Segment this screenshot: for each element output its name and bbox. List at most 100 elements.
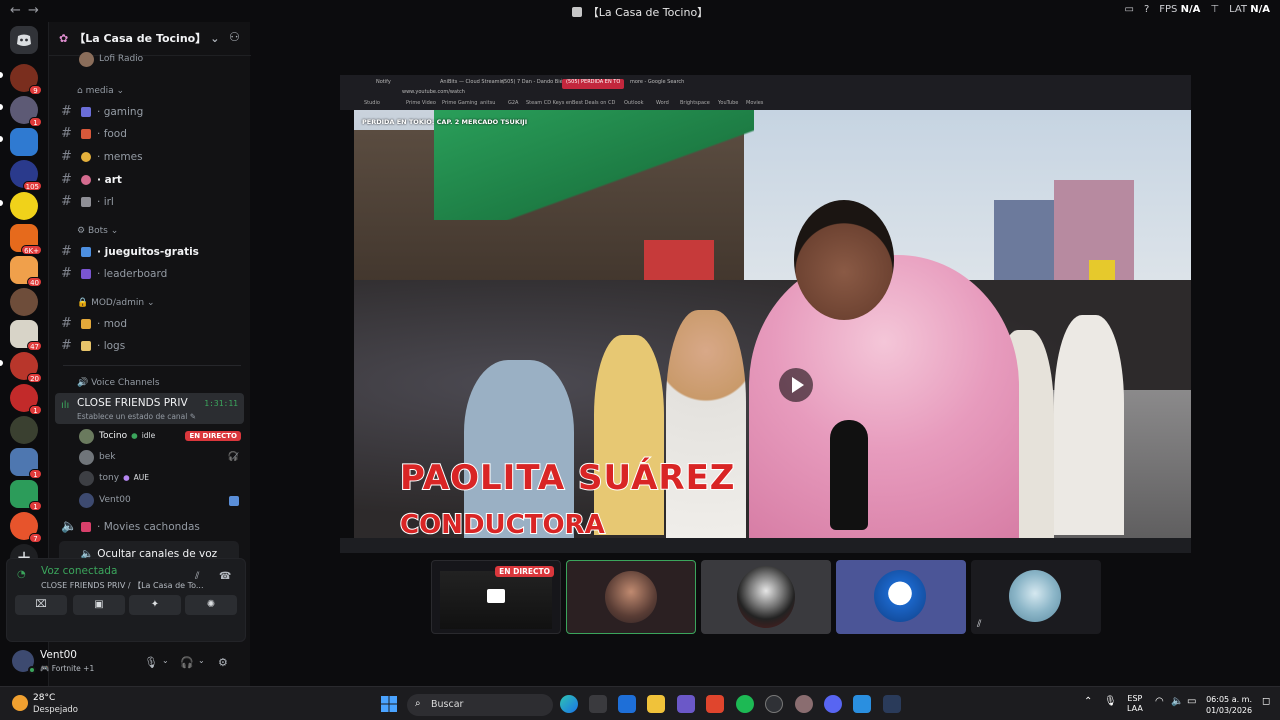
user-panel: Vent00 🎮 Fortnite +1 🎙 ⌄ 🎧 ⌄ ⚙	[6, 646, 246, 680]
channel-art[interactable]: # · art	[59, 170, 245, 190]
server-icon-14[interactable]: 1	[10, 480, 42, 511]
screen-share-button[interactable]: ▣	[73, 595, 125, 615]
bookmark: Word	[656, 100, 669, 106]
category-media[interactable]: ⌂ media ⌄	[77, 86, 124, 96]
notifications-icon[interactable]: ◻	[1262, 696, 1270, 707]
weather-temp[interactable]: 28°C	[33, 693, 55, 703]
volume-icon[interactable]: 🔈	[1171, 696, 1183, 707]
taskbar-search[interactable]: ⌕ Buscar	[407, 694, 553, 716]
language-indicator[interactable]: ESP LAA	[1127, 694, 1143, 714]
video-microphone	[830, 420, 868, 530]
server-icon-1[interactable]: 9	[10, 64, 42, 95]
channel-mod[interactable]: # · mod	[59, 314, 245, 334]
outlook-icon[interactable]	[618, 695, 636, 713]
app-icon[interactable]	[795, 695, 813, 713]
wifi-icon[interactable]: ◠	[1155, 696, 1164, 707]
live-badge: EN DIRECTO	[495, 566, 554, 577]
github-icon[interactable]	[765, 695, 783, 713]
chevron-up-icon[interactable]: ⌃	[1084, 696, 1092, 707]
server-icon-9[interactable]: 47	[10, 320, 42, 351]
teams-icon[interactable]	[677, 695, 695, 713]
soundboard-button[interactable]: ✺	[185, 595, 237, 615]
server-icon-2[interactable]: 1	[10, 96, 42, 127]
battery-icon[interactable]: ▭	[1187, 696, 1196, 707]
microphone-icon[interactable]: 🎙	[144, 656, 158, 669]
hash-icon: #	[61, 126, 72, 141]
channel-status-placeholder[interactable]: Establece un estado de canal ✎	[77, 412, 196, 421]
inbox-icon[interactable]: ▭	[1124, 4, 1133, 15]
tile-screen-share[interactable]: EN DIRECTO	[431, 560, 561, 634]
microphone-icon[interactable]: 🎙	[1104, 696, 1117, 707]
browser-tab-active: (505) PERDIDA EN TO	[562, 79, 625, 89]
settings-gear-icon[interactable]: ⚙	[218, 656, 228, 669]
store-icon[interactable]	[589, 695, 607, 713]
channel-jueguitos-gratis[interactable]: # · jueguitos-gratis	[59, 242, 245, 262]
server-icon-11[interactable]: 1	[10, 384, 42, 415]
server-icon-5[interactable]	[10, 192, 38, 220]
voice-channel-close-friends[interactable]: ılı CLOSE FRIENDS PRIV Establece un esta…	[55, 393, 244, 424]
noise-suppression-icon[interactable]: ⫽	[195, 571, 199, 582]
channel-irl[interactable]: # · irl	[59, 192, 245, 212]
voice-member-tony[interactable]: tony ● AUE	[79, 469, 245, 489]
server-icon-8[interactable]	[10, 288, 38, 316]
camera-off-button[interactable]: ⌧	[15, 595, 67, 615]
windows-start-icon[interactable]	[381, 696, 397, 712]
play-icon[interactable]	[779, 368, 813, 402]
weather-icon[interactable]	[12, 695, 28, 711]
headphones-icon[interactable]: 🎧	[180, 656, 194, 669]
server-name[interactable]: ✿ 【La Casa de Tocino】 ⌄	[59, 30, 219, 46]
voice-member-tocino[interactable]: Tocino ● idle EN DIRECTO	[79, 427, 245, 447]
hash-icon: #	[61, 149, 72, 164]
discord-taskbar-icon[interactable]	[824, 695, 842, 713]
bookmark: Studio	[364, 100, 380, 106]
server-icon-15[interactable]: 7	[10, 512, 42, 543]
activities-button[interactable]: ✦	[129, 595, 181, 615]
spotify-icon[interactable]	[736, 695, 754, 713]
server-icon-10[interactable]: 20	[10, 352, 42, 383]
folder-icon[interactable]	[647, 695, 665, 713]
disconnect-icon[interactable]: ☎	[219, 571, 231, 582]
channel-gaming[interactable]: # · gaming	[59, 102, 245, 122]
stream-view[interactable]: Notify AniBits — Cloud Streamin (505) 7 …	[340, 75, 1191, 553]
browser-tab: more - Google Search	[630, 79, 685, 85]
hash-icon: #	[61, 194, 72, 209]
voice-member-vent00[interactable]: Vent00	[79, 491, 245, 511]
channel-memes[interactable]: # · memes	[59, 147, 245, 167]
tile-tocino-camera[interactable]	[566, 560, 696, 634]
avatar	[79, 52, 94, 67]
server-icon-7[interactable]: 40	[10, 256, 42, 287]
lofi-radio-item[interactable]: Lofi Radio	[79, 50, 245, 70]
channel-leaderboard[interactable]: # · leaderboard	[59, 264, 245, 284]
server-icon-punto[interactable]: 105	[10, 160, 42, 191]
voice-channel-movies[interactable]: 🔈 · Movies cachondas	[59, 517, 245, 537]
signal-icon[interactable]: ◔	[17, 569, 31, 583]
speaker-icon: 🔈	[61, 519, 78, 534]
help-icon[interactable]: ?	[1144, 4, 1149, 15]
tile-blue-avatar[interactable]	[836, 560, 966, 634]
streamed-taskbar	[340, 538, 1191, 553]
server-icon-6[interactable]: 6K+	[10, 224, 42, 255]
edge-icon[interactable]	[560, 695, 578, 713]
server-icon-3[interactable]	[10, 128, 38, 156]
category-voice-channels[interactable]: 🔊 Voice Channels	[77, 378, 160, 388]
tile-hooded-avatar[interactable]	[701, 560, 831, 634]
activity-icon	[229, 496, 239, 506]
chevron-down-icon[interactable]: ⌄	[162, 656, 169, 665]
category-bots[interactable]: ⚙ Bots ⌄	[77, 226, 118, 236]
channel-logs[interactable]: # · logs	[59, 336, 245, 356]
audio-app-icon[interactable]	[883, 695, 901, 713]
tile-bird-avatar[interactable]: ⫽	[971, 560, 1101, 634]
app-icon[interactable]	[853, 695, 871, 713]
category-mod-admin[interactable]: 🔒 MOD/admin ⌄	[77, 298, 155, 308]
weather-desc[interactable]: Despejado	[33, 705, 78, 715]
server-icon-12[interactable]	[10, 416, 38, 444]
invite-people-icon[interactable]: ⚇	[229, 30, 240, 44]
monitor-icon	[487, 589, 505, 603]
discord-home-icon[interactable]	[10, 26, 38, 54]
server-icon-13[interactable]: 1	[10, 448, 42, 479]
chevron-down-icon[interactable]: ⌄	[198, 656, 205, 665]
clock[interactable]: 06:05 a. m. 01/03/2026	[1206, 694, 1252, 716]
channel-food[interactable]: # · food	[59, 124, 245, 144]
brave-icon[interactable]	[706, 695, 724, 713]
voice-member-bek[interactable]: bek 🎧̸	[79, 448, 245, 468]
